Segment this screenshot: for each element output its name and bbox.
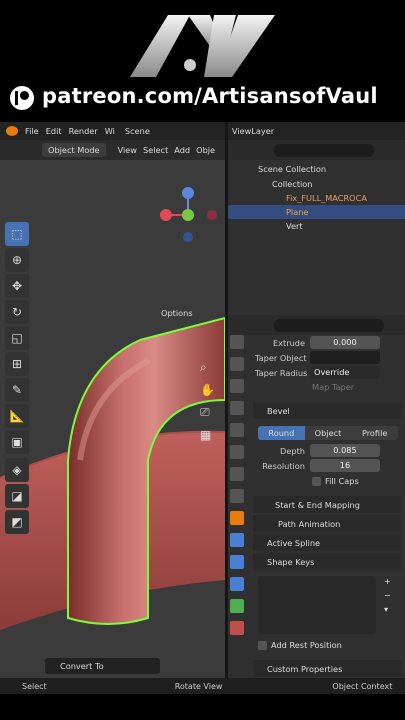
cursor-tool[interactable]: ⊕	[5, 248, 29, 272]
toolbar: ⬚ ⊕ ✥ ↻ ◱ ⊞ ✎ 📐 ▣ ◈ ◪ ◩	[5, 222, 31, 536]
status-bar: Select Rotate View Object Context	[0, 678, 405, 694]
measure-tool[interactable]: 📐	[5, 404, 29, 428]
texture-tab-icon[interactable]	[230, 489, 244, 503]
top-menu-bar: File Edit Render Wi Scene ViewLayer	[0, 122, 405, 140]
tool-tab-icon[interactable]	[230, 335, 244, 349]
shape-keys-list[interactable]	[258, 576, 376, 634]
watermark-banner: patreon.com/ArtisansofVaul	[0, 0, 405, 120]
outliner-row[interactable]: Vert	[228, 219, 405, 233]
pan-hand-icon[interactable]: ✋	[200, 383, 216, 397]
custom-properties-section[interactable]: Custom Properties	[253, 660, 401, 677]
outliner-row-selected[interactable]: Plane	[228, 205, 405, 219]
add-rest-position-checkbox[interactable]: Add Rest Position	[258, 640, 342, 650]
convert-to-panel[interactable]: Convert To	[45, 658, 160, 674]
start-end-mapping-section[interactable]: Start & End Mapping	[253, 496, 401, 513]
shape-keys-section[interactable]: Shape Keys	[253, 553, 401, 570]
select-box-tool[interactable]: ⬚	[5, 222, 29, 246]
move-tool[interactable]: ✥	[5, 274, 29, 298]
blender-window: File Edit Render Wi Scene ViewLayer Obje…	[0, 122, 405, 694]
extrude-field[interactable]: 0.000	[310, 336, 380, 349]
scene-selector[interactable]: Scene	[125, 126, 150, 136]
bevel-round-tab[interactable]: Round	[258, 426, 305, 440]
menu-render[interactable]: Render	[69, 126, 98, 136]
depth-field[interactable]: 0.085	[310, 444, 380, 457]
viewport-header: Object Mode View Select Add Obje	[0, 140, 225, 160]
rotate-tool[interactable]: ↻	[5, 300, 29, 324]
edit-tool-c[interactable]: ◩	[5, 510, 29, 534]
taper-object-label: Taper Object	[255, 352, 307, 363]
edit-tool-a[interactable]: ◈	[5, 458, 29, 482]
bevel-profile-tab[interactable]: Profile	[351, 426, 399, 440]
view-layer-selector[interactable]: ViewLayer	[232, 126, 274, 136]
blender-logo-icon	[6, 126, 18, 136]
taper-radius-label: Taper Radius	[255, 367, 308, 378]
material-tab-icon[interactable]	[230, 621, 244, 635]
collection-tab-icon[interactable]	[230, 467, 244, 481]
camera-icon[interactable]: ⎚	[200, 405, 216, 420]
patreon-url: patreon.com/ArtisansofVaul	[42, 84, 378, 108]
menu-add[interactable]: Add	[174, 145, 190, 155]
annotate-tool[interactable]: ✎	[5, 378, 29, 402]
status-context: Object Context	[332, 681, 393, 691]
modifier-tab-icon[interactable]	[230, 533, 244, 547]
status-rotate: Rotate View	[174, 681, 223, 691]
physics-tab-icon[interactable]	[230, 577, 244, 591]
bevel-mode-tabs: Round Object Profile	[258, 426, 399, 440]
outliner-header	[228, 140, 405, 160]
transform-tool[interactable]: ⊞	[5, 352, 29, 376]
remove-shape-key-button[interactable]: −	[384, 590, 397, 600]
3d-viewport[interactable]: ⬚ ⊕ ✥ ↻ ◱ ⊞ ✎ 📐 ▣ ◈ ◪ ◩ Options ⌕ ✋ ⎚ ▦ …	[0, 160, 225, 678]
shape-key-buttons: + − ▾	[384, 576, 397, 636]
path-animation-section[interactable]: Path Animation	[253, 515, 401, 532]
extrude-label: Extrude	[272, 337, 305, 348]
zoom-icon[interactable]: ⌕	[200, 360, 216, 375]
render-tab-icon[interactable]	[230, 357, 244, 371]
properties-header	[228, 315, 405, 335]
viewport-nav-buttons: ⌕ ✋ ⎚ ▦	[200, 360, 216, 442]
patreon-icon	[10, 86, 34, 110]
artisans-logo-icon	[130, 15, 275, 77]
outliner-search-input[interactable]	[274, 143, 374, 157]
scene-tab-icon[interactable]	[230, 423, 244, 437]
menu-window[interactable]: Wi	[105, 126, 115, 136]
fill-caps-checkbox[interactable]: Fill Caps	[312, 476, 359, 486]
resolution-label: Resolution	[262, 460, 305, 471]
depth-label: Depth	[280, 445, 305, 456]
object-mode-dropdown[interactable]: Object Mode	[42, 143, 106, 157]
outliner-row[interactable]: Fix_FULL_MACROCA	[228, 191, 405, 205]
taper-radius-dropdown[interactable]: Override	[310, 366, 380, 379]
object-tab-icon[interactable]	[230, 511, 244, 525]
menu-edit[interactable]: Edit	[46, 126, 62, 136]
scale-tool[interactable]: ◱	[5, 326, 29, 350]
map-taper-checkbox[interactable]: Map Taper	[312, 382, 354, 392]
menu-object[interactable]: Obje	[196, 145, 215, 155]
bevel-object-tab[interactable]: Object	[304, 426, 352, 440]
bevel-section[interactable]: Bevel	[253, 402, 401, 419]
status-select: Select	[22, 681, 47, 691]
outliner-row[interactable]: Collection	[228, 177, 405, 191]
view-layer-tab-icon[interactable]	[230, 401, 244, 415]
world-tab-icon[interactable]	[230, 445, 244, 459]
add-cube-tool[interactable]: ▣	[5, 430, 29, 454]
edit-tool-b[interactable]: ◪	[5, 484, 29, 508]
output-tab-icon[interactable]	[230, 379, 244, 393]
menu-select[interactable]: Select	[143, 145, 168, 155]
taper-object-field[interactable]	[310, 351, 380, 364]
resolution-field[interactable]: 16	[310, 459, 380, 472]
menu-file[interactable]: File	[25, 126, 39, 136]
properties-search-input[interactable]	[274, 318, 384, 332]
shape-key-menu-button[interactable]: ▾	[384, 604, 397, 614]
add-shape-key-button[interactable]: +	[384, 576, 397, 586]
options-dropdown[interactable]: Options	[161, 308, 193, 318]
particles-tab-icon[interactable]	[230, 555, 244, 569]
grid-icon[interactable]: ▦	[200, 428, 216, 442]
menu-view[interactable]: View	[118, 145, 137, 155]
active-spline-section[interactable]: Active Spline	[253, 534, 401, 551]
properties-tabs	[228, 335, 246, 643]
data-tab-icon[interactable]	[230, 599, 244, 613]
navigation-gizmo[interactable]	[158, 185, 218, 245]
outliner-scene-collection[interactable]: Scene Collection	[228, 162, 405, 176]
